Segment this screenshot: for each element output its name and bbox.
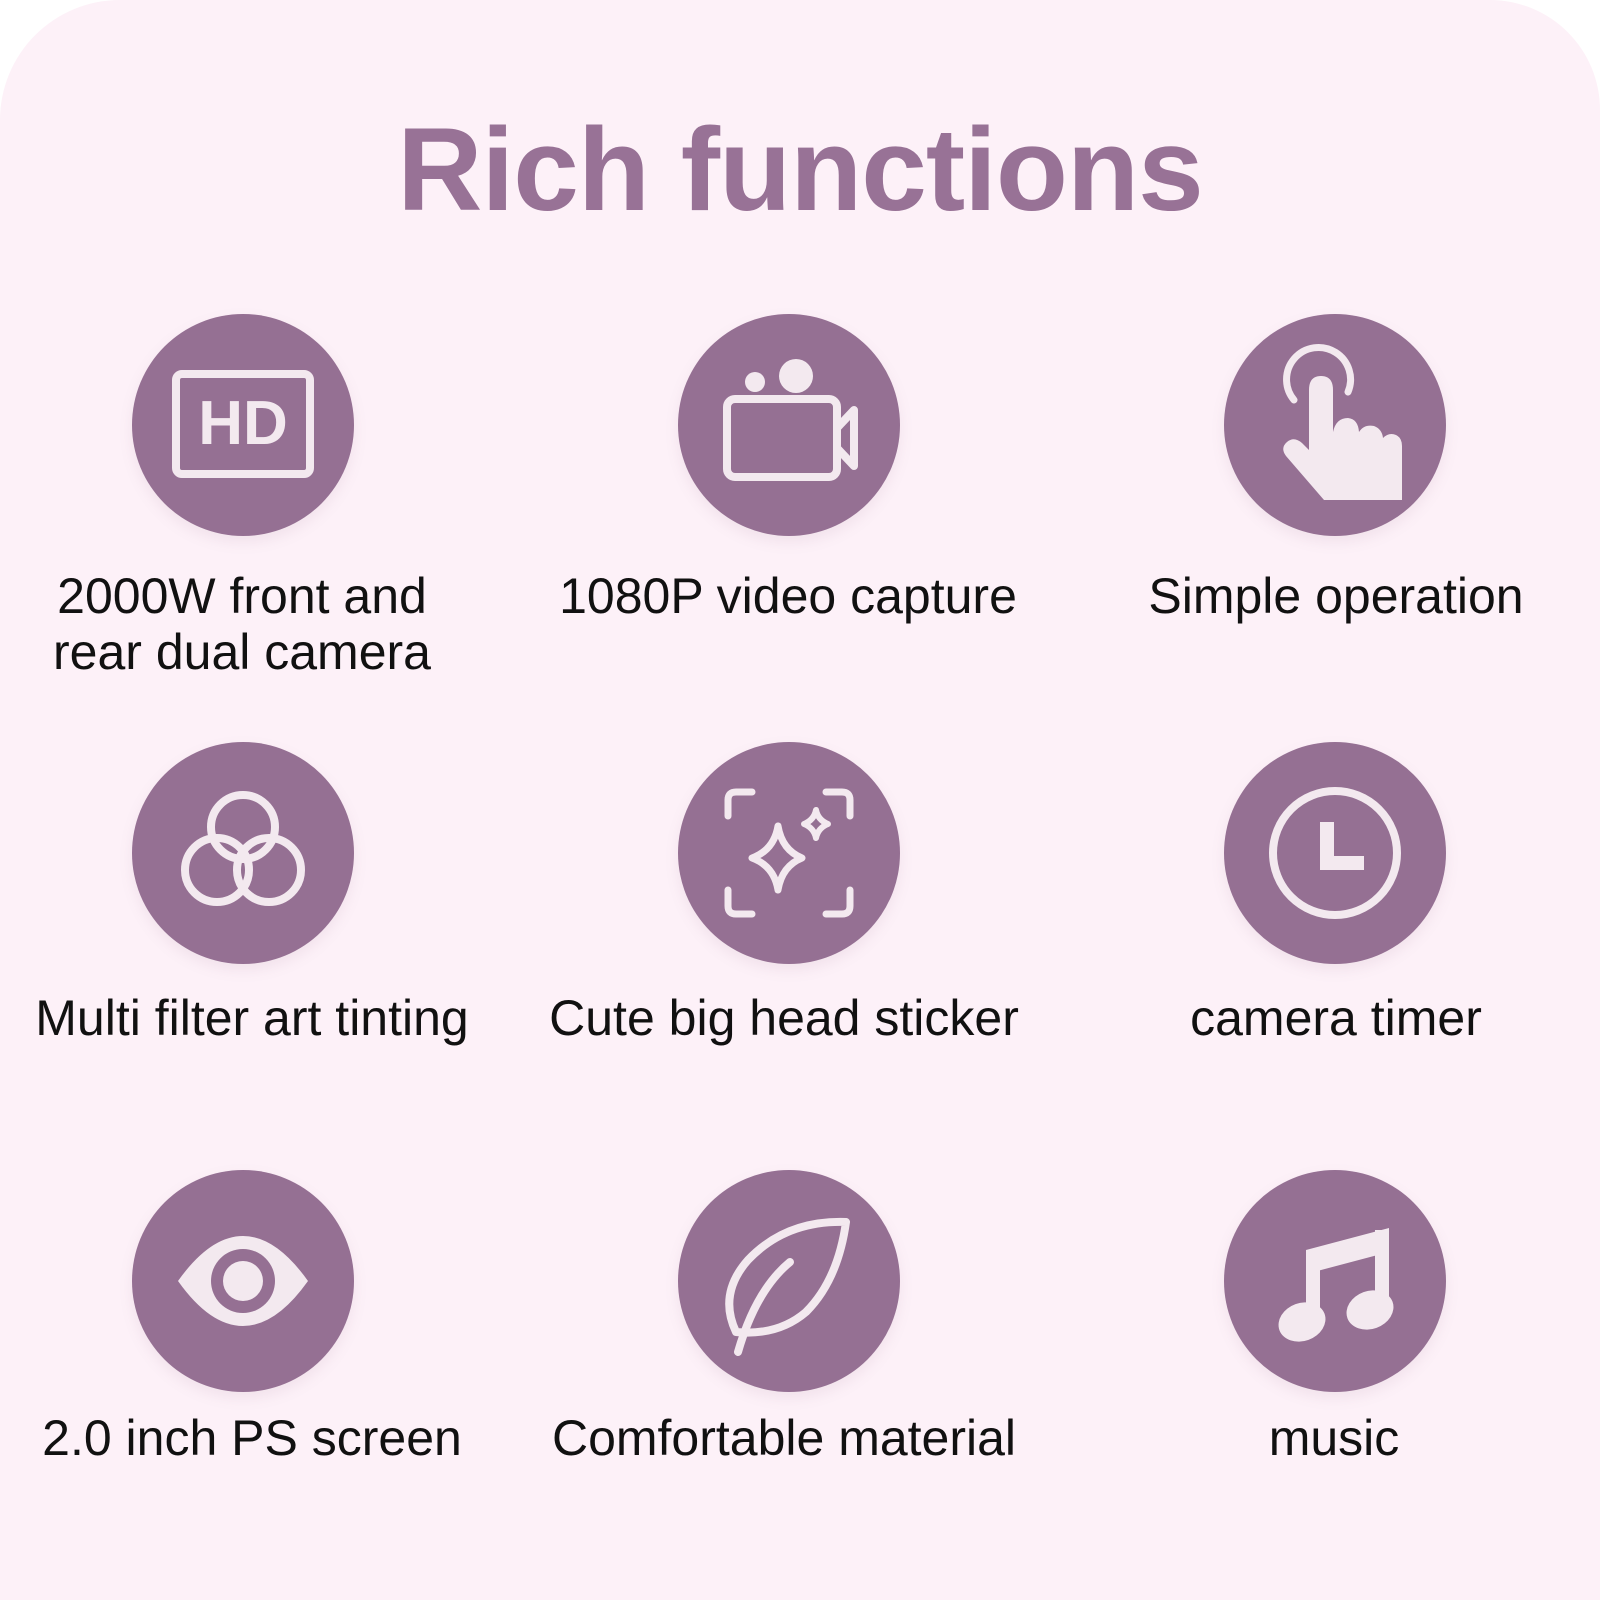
clock-icon bbox=[1224, 742, 1446, 964]
hd-icon: HD bbox=[132, 314, 354, 536]
feature-label-timer: camera timer bbox=[1190, 990, 1482, 1046]
feature-label-sticker: Cute big head sticker bbox=[549, 990, 1019, 1046]
page-title: Rich functions bbox=[397, 104, 1203, 236]
feature-label-dual-camera: 2000W front and rear dual camera bbox=[53, 568, 431, 680]
sticker-sparkle-icon bbox=[678, 742, 900, 964]
leaf-icon bbox=[678, 1170, 900, 1392]
feature-label-material: Comfortable material bbox=[551, 1410, 1017, 1466]
feature-label-screen: 2.0 inch PS screen bbox=[42, 1410, 462, 1466]
feature-label-simple-operation: Simple operation bbox=[1148, 568, 1524, 624]
music-note-icon bbox=[1224, 1170, 1446, 1392]
color-filter-icon bbox=[132, 742, 354, 964]
video-camera-icon bbox=[678, 314, 900, 536]
touch-hand-icon bbox=[1224, 314, 1446, 536]
feature-label-video: 1080P video capture bbox=[559, 568, 1017, 624]
svg-text:HD: HD bbox=[198, 389, 288, 458]
feature-label-filter: Multi filter art tinting bbox=[35, 990, 469, 1046]
features-card: Rich functions HD 2000W front and rear d… bbox=[0, 0, 1600, 1600]
eye-icon bbox=[132, 1170, 354, 1392]
feature-label-music: music bbox=[1268, 1410, 1400, 1466]
